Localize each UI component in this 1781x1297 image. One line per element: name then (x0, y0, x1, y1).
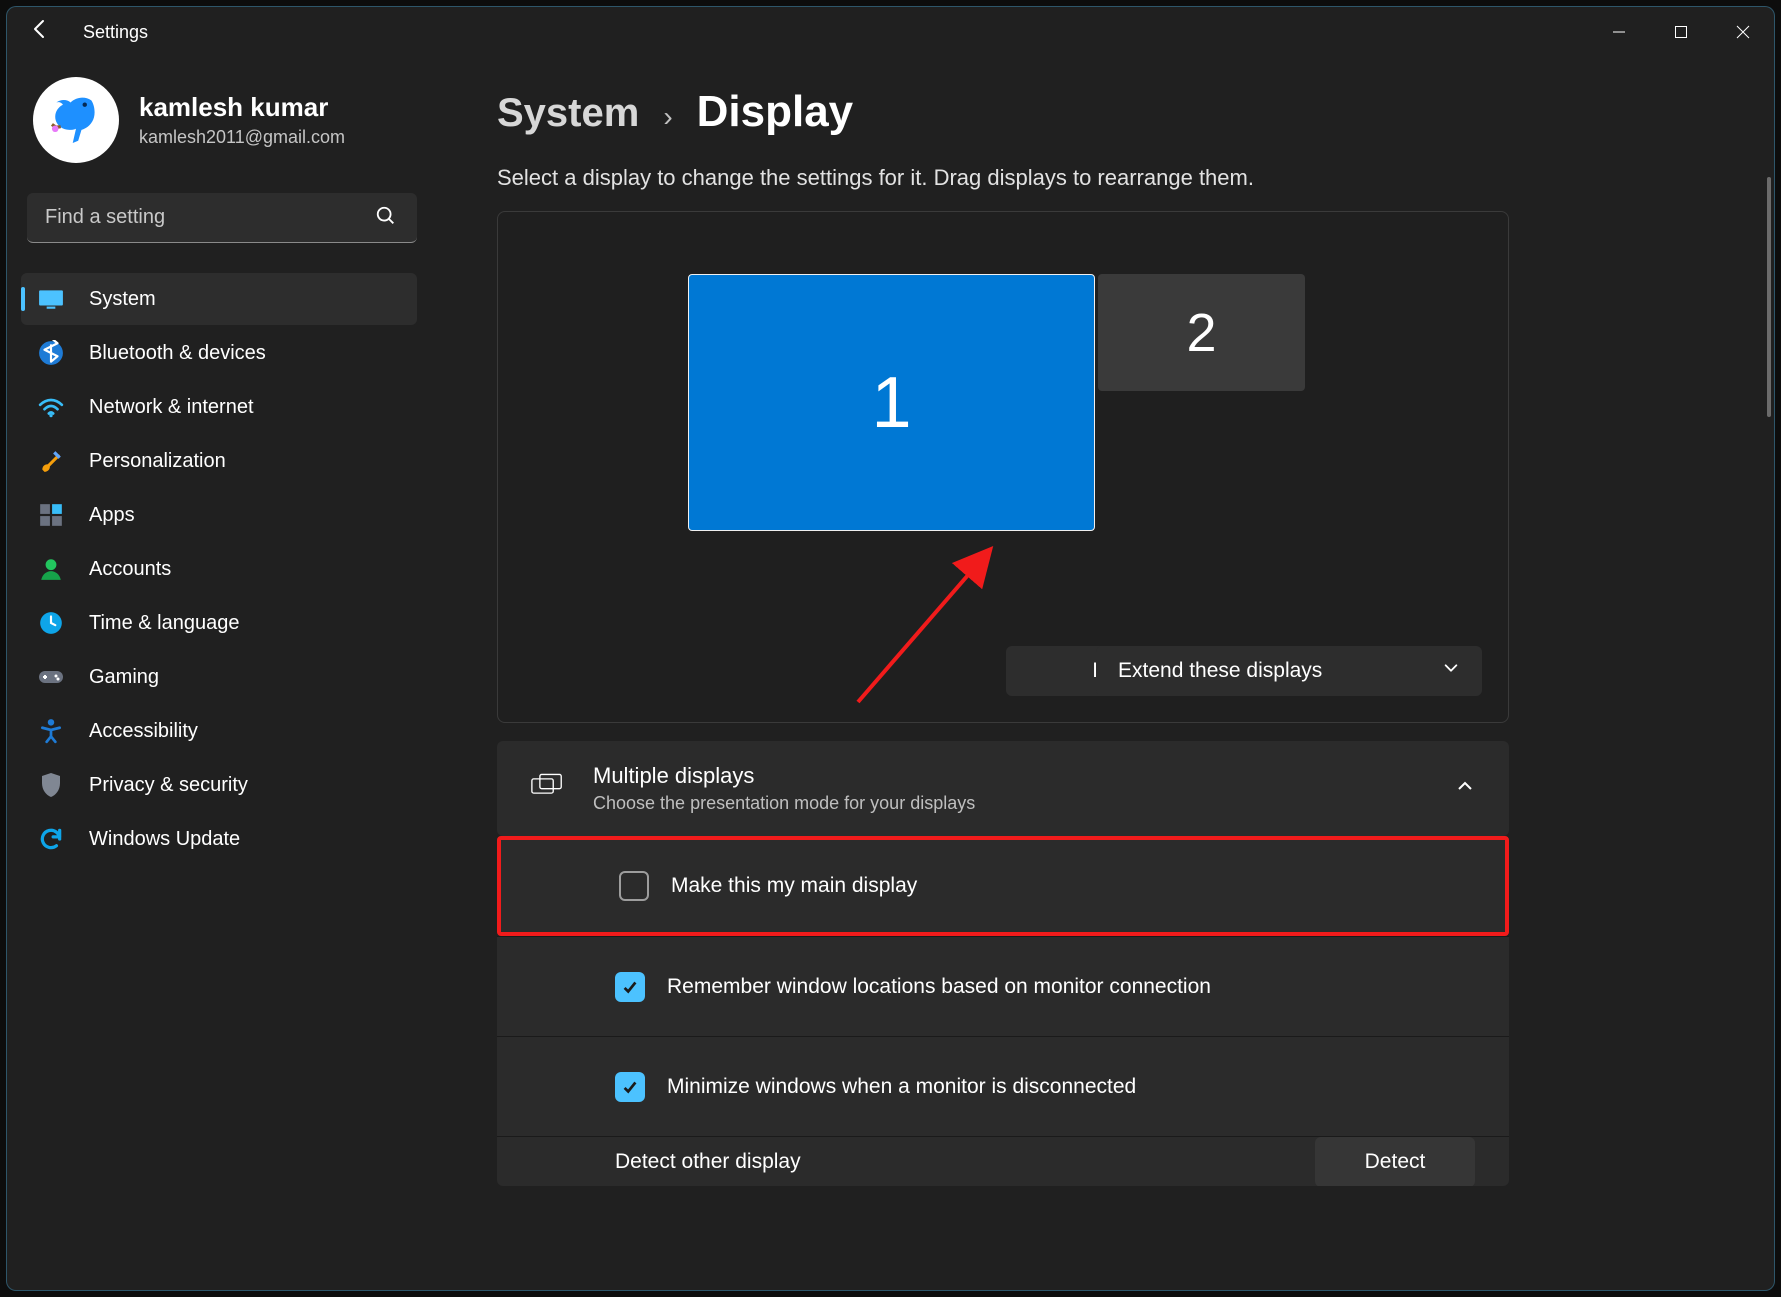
nav-label: Apps (89, 504, 135, 527)
multiple-displays-icon (531, 773, 563, 804)
nav-label: Accounts (89, 558, 171, 581)
option-make-main-display[interactable]: Make this my main display (497, 836, 1509, 936)
display-mode-dropdown[interactable]: Extend these displays (1096, 646, 1482, 696)
wifi-icon (37, 393, 65, 421)
sidebar: kamlesh kumar kamlesh2011@gmail.com Syst… (7, 57, 437, 1290)
option-remember-window-locations[interactable]: Remember window locations based on monit… (497, 936, 1509, 1036)
gamepad-icon (37, 663, 65, 691)
person-icon (37, 555, 65, 583)
search-input[interactable] (27, 193, 417, 243)
detect-button[interactable]: Detect (1315, 1137, 1475, 1187)
nav-item-accounts[interactable]: Accounts (21, 543, 417, 595)
nav-label: Privacy & security (89, 774, 248, 797)
multiple-displays-options: Make this my main display Remember windo… (497, 836, 1509, 1186)
nav-label: Time & language (89, 612, 239, 635)
nav-label: Bluetooth & devices (89, 342, 266, 365)
account-name: kamlesh kumar (139, 92, 345, 123)
maximize-button[interactable] (1650, 8, 1712, 56)
nav-label: Windows Update (89, 828, 240, 851)
main-content: System › Display Select a display to cha… (437, 57, 1774, 1290)
accessibility-icon (37, 717, 65, 745)
search-icon (375, 205, 397, 233)
multiple-displays-card[interactable]: Multiple displays Choose the presentatio… (497, 741, 1509, 836)
settings-window: Settings (6, 6, 1775, 1291)
shield-icon (37, 771, 65, 799)
chevron-up-icon (1455, 776, 1475, 801)
nav-item-personalization[interactable]: Personalization (21, 435, 417, 487)
minimize-button[interactable] (1588, 8, 1650, 56)
card-subtitle: Choose the presentation mode for your di… (593, 793, 975, 814)
nav-label: Gaming (89, 666, 159, 689)
monitor-1[interactable]: 1 (688, 274, 1095, 531)
chevron-right-icon: › (663, 101, 672, 133)
bluetooth-icon (37, 339, 65, 367)
clock-globe-icon (37, 609, 65, 637)
option-label: Remember window locations based on monit… (667, 975, 1211, 999)
option-label: Make this my main display (671, 874, 917, 898)
back-button[interactable] (29, 17, 53, 47)
option-minimize-on-disconnect[interactable]: Minimize windows when a monitor is disco… (497, 1036, 1509, 1136)
display-arrangement-area: 1 2 Identify Extend these displays (497, 211, 1509, 723)
nav-item-privacy[interactable]: Privacy & security (21, 759, 417, 811)
display-mode-value: Extend these displays (1118, 659, 1322, 683)
title-bar: Settings (7, 7, 1774, 57)
nav-list: System Bluetooth & devices Network & int… (21, 273, 417, 865)
breadcrumb: System › Display (497, 87, 1774, 137)
scrollbar[interactable] (1767, 177, 1771, 417)
nav-item-bluetooth[interactable]: Bluetooth & devices (21, 327, 417, 379)
breadcrumb-current: Display (697, 87, 854, 137)
avatar (33, 77, 119, 163)
update-icon (37, 825, 65, 853)
nav-label: Accessibility (89, 720, 198, 743)
checkbox-checked[interactable] (615, 972, 645, 1002)
nav-label: System (89, 288, 156, 311)
nav-label: Network & internet (89, 396, 254, 419)
subheading: Select a display to change the settings … (497, 165, 1774, 191)
nav-item-apps[interactable]: Apps (21, 489, 417, 541)
monitor-2[interactable]: 2 (1098, 274, 1305, 391)
checkbox-checked[interactable] (615, 1072, 645, 1102)
breadcrumb-parent[interactable]: System (497, 91, 639, 136)
option-label: Minimize windows when a monitor is disco… (667, 1075, 1136, 1099)
option-label: Detect other display (615, 1150, 801, 1174)
account-block[interactable]: kamlesh kumar kamlesh2011@gmail.com (27, 77, 417, 193)
apps-icon (37, 501, 65, 529)
close-button[interactable] (1712, 8, 1774, 56)
nav-item-windows-update[interactable]: Windows Update (21, 813, 417, 865)
account-email: kamlesh2011@gmail.com (139, 127, 345, 148)
paintbrush-icon (37, 447, 65, 475)
card-title: Multiple displays (593, 763, 975, 789)
chevron-down-icon (1442, 659, 1460, 683)
monitor-icon (37, 285, 65, 313)
nav-item-accessibility[interactable]: Accessibility (21, 705, 417, 757)
nav-item-system[interactable]: System (21, 273, 417, 325)
nav-item-network[interactable]: Network & internet (21, 381, 417, 433)
app-title: Settings (83, 22, 148, 43)
nav-item-gaming[interactable]: Gaming (21, 651, 417, 703)
checkbox-unchecked[interactable] (619, 871, 649, 901)
nav-label: Personalization (89, 450, 226, 473)
option-detect-other-display: Detect other display Detect (497, 1136, 1509, 1186)
nav-item-time-language[interactable]: Time & language (21, 597, 417, 649)
